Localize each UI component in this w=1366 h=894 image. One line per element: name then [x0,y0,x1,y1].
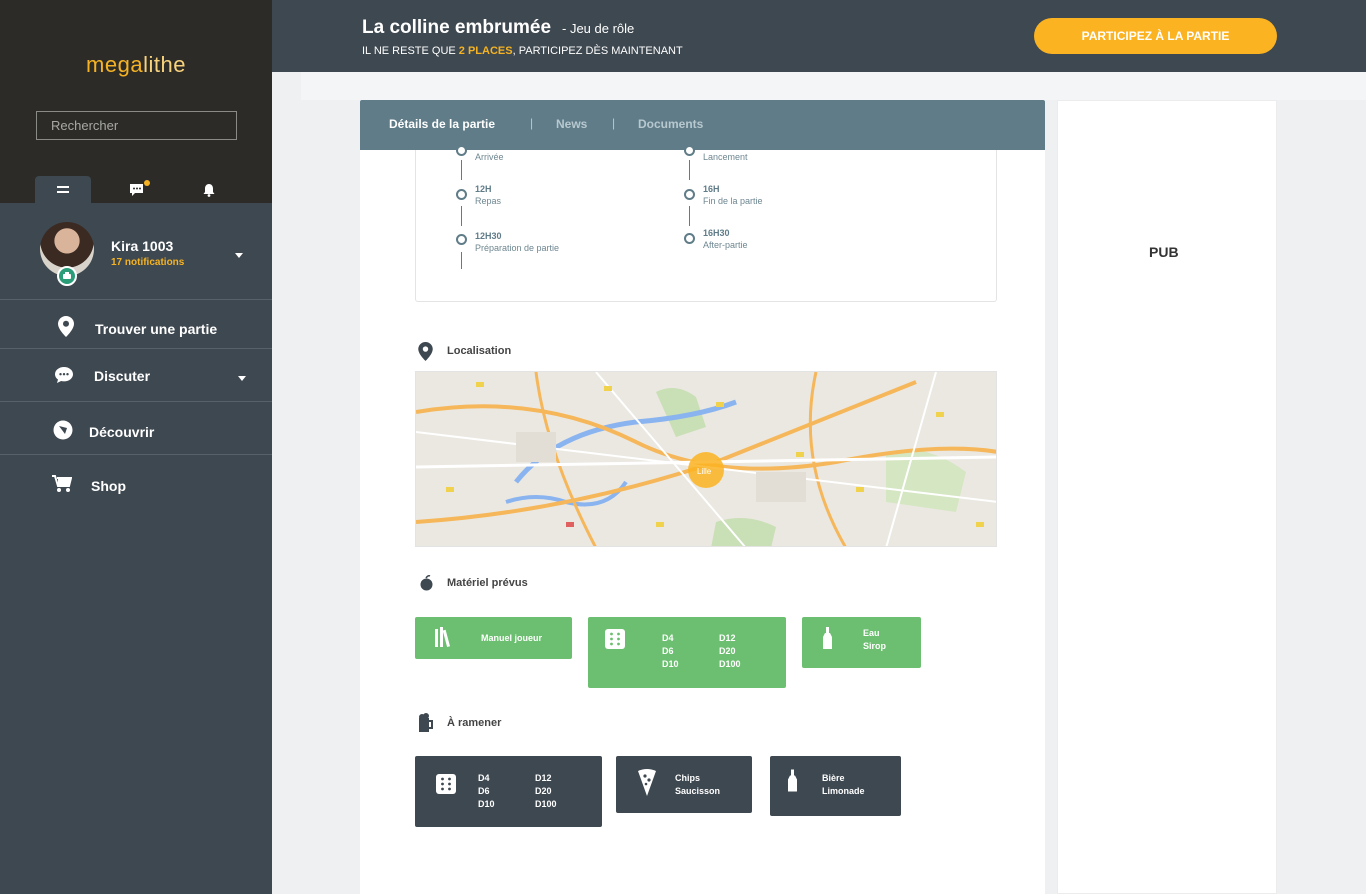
menu-icon [57,185,69,193]
timeline-event: Fin de la partie [703,196,763,206]
game-type: - Jeu de rôle [562,21,635,36]
chat-bubbles-icon [55,367,73,383]
ramener-title: À ramener [447,717,502,729]
ramener-des-card: D4 D6 D10 D12 D20 D100 [415,756,602,827]
chat-icon [130,183,143,196]
timeline-node [456,234,467,245]
detail-tabs: Détails de la partie | News | Documents [360,100,1045,150]
dice-icon [436,774,456,794]
chevron-down-icon[interactable] [238,376,246,381]
timeline-time: 16H30 [703,228,730,238]
bell-icon [203,183,215,197]
tab-news[interactable]: News [556,117,587,131]
page-title: La colline embrumée [362,17,552,38]
timeline-node [684,189,695,200]
location-pin-icon [58,316,74,337]
chevron-down-icon[interactable] [235,253,243,258]
localisation-title: Localisation [447,345,512,357]
timeline-node [456,145,467,156]
sidebar-header: megalithe [0,0,272,203]
ramener-snacks-card: Chips Saucisson [616,756,752,813]
menu-tab[interactable] [35,176,91,203]
sidebar: megalithe Kira 1003 17 notifications Tro… [0,0,272,894]
dice-list: D12 D20 D100 [719,633,741,669]
timeline-time: 16H [703,184,720,194]
bottle-icon [823,627,832,649]
tab-separator: | [612,116,616,130]
tab-details[interactable]: Détails de la partie [389,117,495,131]
nav-shop[interactable]: Shop [0,455,272,511]
nav-chat[interactable]: Discuter [0,349,272,402]
timeline-event: After-partie [703,240,748,250]
timeline-line [689,160,690,180]
map-marker-label: Lille [697,467,712,476]
sidebar-tabs [35,176,245,203]
tab-documents[interactable]: Documents [638,117,703,131]
materiel-title: Matériel prévus [447,577,528,589]
timeline-event: Arrivée [475,152,504,162]
apple-icon [420,575,433,591]
timeline-event: Lancement [703,152,748,162]
dice-list: D4 D6 D10 [478,773,495,809]
timeline-node [456,189,467,200]
cart-icon [52,475,72,492]
user-profile[interactable]: Kira 1003 17 notifications [0,203,272,300]
places-remaining: IL NE RESTE QUE 2 PLACES, PARTICIPEZ DÈS… [362,45,683,57]
snacks-list: Chips Saucisson [675,773,721,796]
content-background [301,72,1366,100]
join-game-button[interactable]: PARTICIPEZ À LA PARTIE [1034,18,1277,54]
chat-unread-dot [144,180,150,186]
map-image [416,372,996,546]
pizza-icon [638,769,656,796]
timeline-time: 12H [475,184,492,194]
dice-list: D12 D20 D100 [535,773,557,809]
tab-separator: | [530,116,534,130]
books-icon [435,627,451,647]
profile-name: Kira 1003 [111,238,174,254]
game-header: La colline embrumée - Jeu de rôle IL NE … [272,0,1366,72]
timeline-event: Préparation de partie [475,243,560,253]
drinks-list: Eau Sirop [863,628,887,651]
bottle-icon [788,769,797,792]
game-details-panel: Détails de la partie | News | Documents … [360,100,1045,894]
materiel-manuel-card: Manuel joueur [415,617,572,659]
location-map[interactable]: Lille [415,371,997,547]
beer-mug-icon [419,713,433,732]
dice-icon [605,629,625,649]
timeline-line [461,252,462,269]
timeline-line [461,160,462,180]
ramener-boissons-card: Bière Limonade [770,756,901,816]
timeline-line [461,206,462,226]
schedule-card: Arrivée 12H Repas 12H30 Préparation de p… [415,145,997,302]
chat-tab[interactable] [109,176,165,203]
materiel-boissons-card: Eau Sirop [802,617,921,668]
materiel-des-card: D4 D6 D10 D12 D20 D100 [588,617,786,688]
timeline-line [689,206,690,226]
timeline-event: Repas [475,196,502,206]
nav-find-game[interactable]: Trouver une partie [0,301,272,349]
timeline-node [684,233,695,244]
location-pin-icon [418,342,433,361]
ad-label: PUB [1149,244,1179,260]
search-input[interactable] [36,111,237,140]
drinks-list: Bière Limonade [822,773,865,796]
profile-badge-icon [57,266,77,286]
dice-list: D4 D6 D10 [662,633,679,669]
profile-notifications[interactable]: 17 notifications [111,257,184,268]
logo[interactable]: megalithe [0,52,272,78]
timeline-node [684,145,695,156]
timeline-time: 12H30 [475,231,502,241]
nav-discover[interactable]: Découvrir [0,402,272,455]
ad-panel[interactable]: PUB [1057,100,1277,894]
compass-icon [53,420,73,440]
notifications-tab[interactable] [181,176,237,203]
